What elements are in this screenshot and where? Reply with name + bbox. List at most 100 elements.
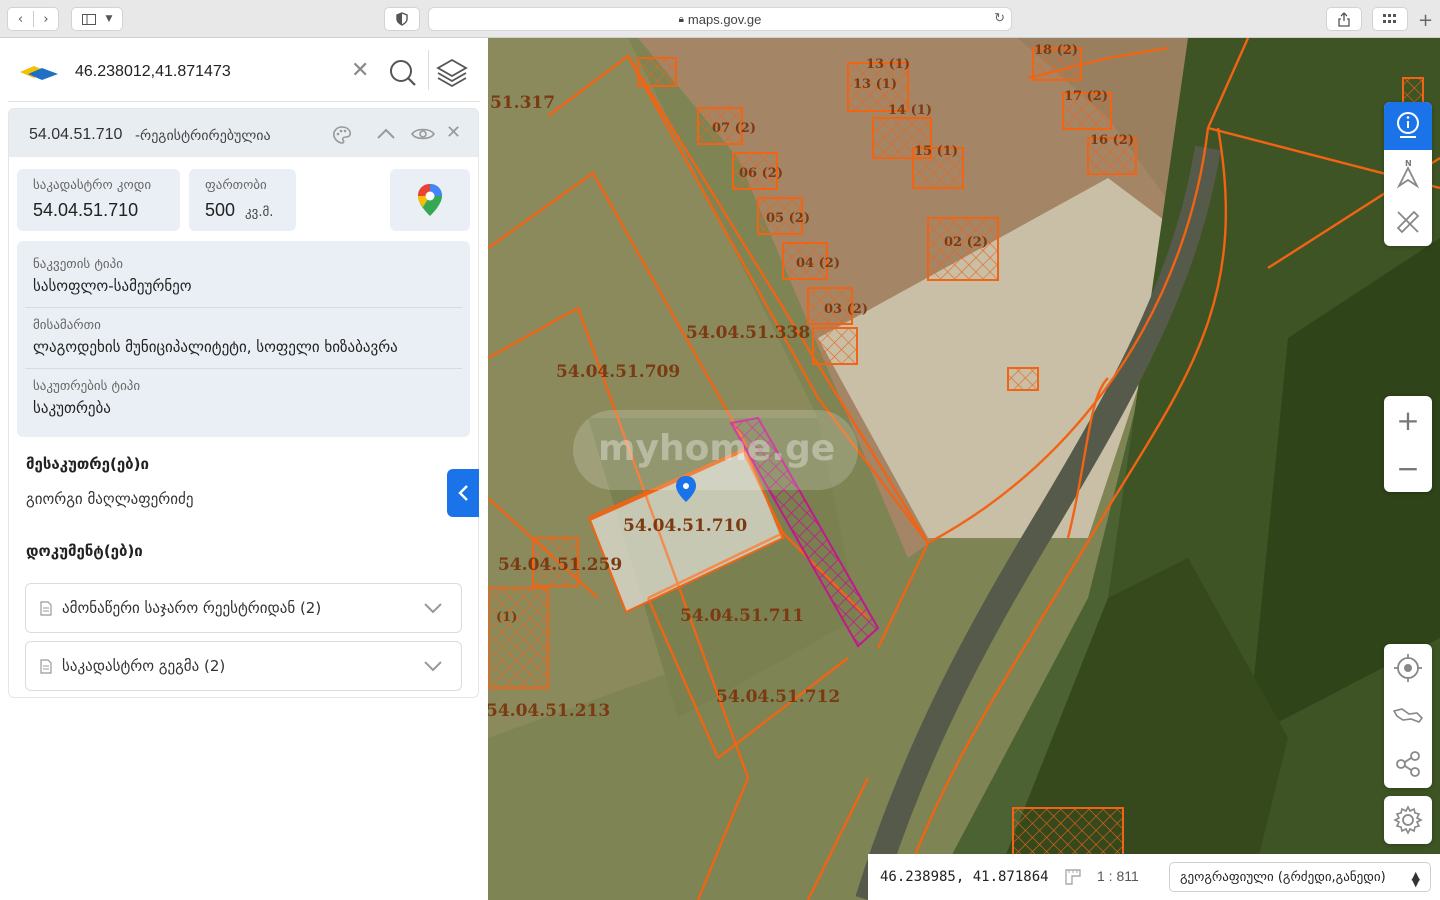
chevron-down-icon[interactable] (423, 602, 443, 614)
building-label: 17 (2) (1064, 89, 1108, 104)
zoom-out-button[interactable]: − (1384, 444, 1432, 492)
compass-icon: N (1396, 159, 1420, 189)
clear-search-icon[interactable]: ✕ (351, 58, 369, 83)
parcel-status: -რეგისტრირებულია (135, 128, 271, 144)
close-icon[interactable]: ✕ (446, 122, 461, 143)
zoom-controls: + − (1384, 396, 1432, 492)
minus-icon: − (1396, 451, 1420, 485)
reload-icon[interactable]: ↻ (994, 10, 1005, 26)
document-item[interactable]: ამონაწერი საჯარო რეესტრიდან (2) (25, 583, 462, 633)
map-watermark: myhome.ge (598, 428, 835, 469)
cursor-coordinates: 46.238985, 41.871864 (880, 869, 1049, 885)
building-label: 03 (2) (824, 302, 868, 317)
svg-text:N: N (1405, 159, 1412, 168)
compass-button[interactable]: N (1384, 150, 1432, 198)
land-type-label: ნაკვეთის ტიპი (33, 257, 123, 272)
parcel-label: 54.04.51.712 (716, 687, 840, 707)
document-icon (40, 659, 52, 674)
share-map-button[interactable] (1384, 740, 1432, 788)
chevron-down-icon[interactable] (423, 660, 443, 672)
document-label: საკადასტრო გეგმა (2) (62, 657, 226, 675)
zoom-in-button[interactable]: + (1384, 396, 1432, 444)
new-tab-icon[interactable]: + (1418, 10, 1433, 31)
building-label: 16 (2) (1090, 133, 1134, 148)
map-tools: N (1384, 102, 1432, 246)
parcel-header: 54.04.51.710 -რეგისტრირებულია ✕ (9, 109, 478, 157)
area-value: 500 (205, 200, 236, 220)
address-label: მისამართი (33, 318, 101, 333)
chevron-up-icon[interactable] (376, 127, 396, 141)
back-icon[interactable]: ‹ (8, 12, 33, 27)
info-pin-icon (1397, 112, 1419, 138)
building-label: 15 (1) (914, 144, 958, 159)
layers-icon[interactable] (436, 58, 468, 88)
building-label: 07 (2) (712, 121, 756, 136)
parcel-label: 54.04.51.259 (498, 555, 622, 575)
chevron-down-icon: ▼ (105, 14, 113, 24)
sidebar-toggle-button[interactable]: ▼ (71, 7, 123, 31)
chevron-left-icon (458, 485, 468, 501)
parcel-label: 54.04.51.710 (623, 516, 747, 536)
palette-icon[interactable] (332, 125, 352, 145)
map-canvas[interactable]: myhome.ge 51.317 54.04.51.338 54.04.51.7… (488, 38, 1440, 900)
projection-value: გეოგრაფიული (გრძედი,განედი) (1180, 869, 1386, 885)
land-type-row: ნაკვეთის ტიპი სასოფლო-სამეურნეო (33, 257, 458, 295)
document-item[interactable]: საკადასტრო გეგმა (2) (25, 641, 462, 691)
parcel-label: 54.04.51.709 (556, 362, 680, 382)
privacy-shield-button[interactable] (384, 7, 420, 31)
parcel-label: 51.317 (490, 93, 555, 113)
browser-toolbar: ‹ › ▼ 🔒︎ maps.gov.ge ↻ + (0, 0, 1440, 38)
settings-button[interactable] (1384, 796, 1432, 844)
cadastral-code-label: საკადასტრო კოდი (33, 178, 152, 193)
forward-icon[interactable]: › (34, 12, 58, 27)
url-text: maps.gov.ge (687, 11, 762, 27)
napr-logo-icon (20, 66, 58, 80)
building-label: 14 (1) (888, 103, 932, 118)
shield-icon (396, 12, 408, 26)
tab-overview-button[interactable] (1372, 7, 1408, 31)
share-nodes-icon (1396, 751, 1420, 777)
search-input[interactable]: 46.238012,41.871473 (75, 63, 231, 81)
info-panel: 46.238012,41.871473 ✕ 54.04.51.710 -რეგი… (0, 38, 488, 900)
plus-icon: + (1396, 403, 1420, 437)
documents-title: დოკუმენტ(ებ)ი (26, 542, 143, 560)
address-value: ლაგოდეხის მუნიციპალიტეტი, სოფელი ხიზაბავ… (33, 338, 398, 356)
projection-select[interactable]: გეოგრაფიული (გრძედი,განედი) ▲ ▼ (1169, 862, 1431, 892)
ownership-row: საკუთრების ტიპი საკუთრება (33, 379, 458, 417)
google-maps-button[interactable] (390, 169, 470, 231)
cadastral-code-box: საკადასტრო კოდი 54.04.51.710 (17, 169, 180, 231)
grid-icon (1383, 14, 1396, 23)
share-button[interactable] (1326, 7, 1362, 31)
country-outline-icon (1393, 708, 1423, 723)
search-bar: 46.238012,41.871473 ✕ (8, 38, 480, 102)
ownership-value: საკუთრება (33, 399, 111, 417)
building-label: 13 (1) (866, 57, 910, 72)
parcel-id: 54.04.51.710 (29, 126, 123, 143)
parcel-label: 54.04.51.213 (488, 701, 610, 721)
parcel-label: (1) (496, 610, 517, 625)
map-view[interactable]: myhome.ge 51.317 54.04.51.338 54.04.51.7… (488, 38, 1440, 900)
owners-title: მესაკუთრე(ებ)ი (26, 455, 149, 473)
area-box: ფართობი 500 კვ.მ. (189, 169, 296, 231)
parcel-details: ნაკვეთის ტიპი სასოფლო-სამეურნეო მისამართ… (17, 241, 470, 437)
google-maps-icon (418, 184, 442, 216)
map-actions (1384, 644, 1432, 788)
sidebar-icon (81, 13, 96, 25)
search-icon[interactable] (389, 59, 417, 87)
collapse-panel-button[interactable] (447, 469, 479, 517)
area-unit: კვ.მ. (245, 205, 274, 220)
crosshair-icon (1394, 654, 1422, 682)
address-bar[interactable]: 🔒︎ maps.gov.ge ↻ (428, 7, 1012, 31)
scale-icon (1065, 869, 1081, 885)
identify-button[interactable] (1384, 102, 1432, 150)
document-label: ამონაწერი საჯარო რეესტრიდან (2) (62, 599, 322, 617)
eye-icon[interactable] (411, 126, 435, 142)
area-label: ფართობი (205, 178, 267, 193)
ruler-pencil-icon (1396, 210, 1420, 234)
full-extent-button[interactable] (1384, 692, 1432, 740)
parcel-card: 54.04.51.710 -რეგისტრირებულია ✕ საკადასტ… (8, 108, 479, 698)
my-location-button[interactable] (1384, 644, 1432, 692)
building-label: 05 (2) (766, 211, 810, 226)
building-label: 13 (1) (853, 77, 897, 92)
measure-button[interactable] (1384, 198, 1432, 246)
